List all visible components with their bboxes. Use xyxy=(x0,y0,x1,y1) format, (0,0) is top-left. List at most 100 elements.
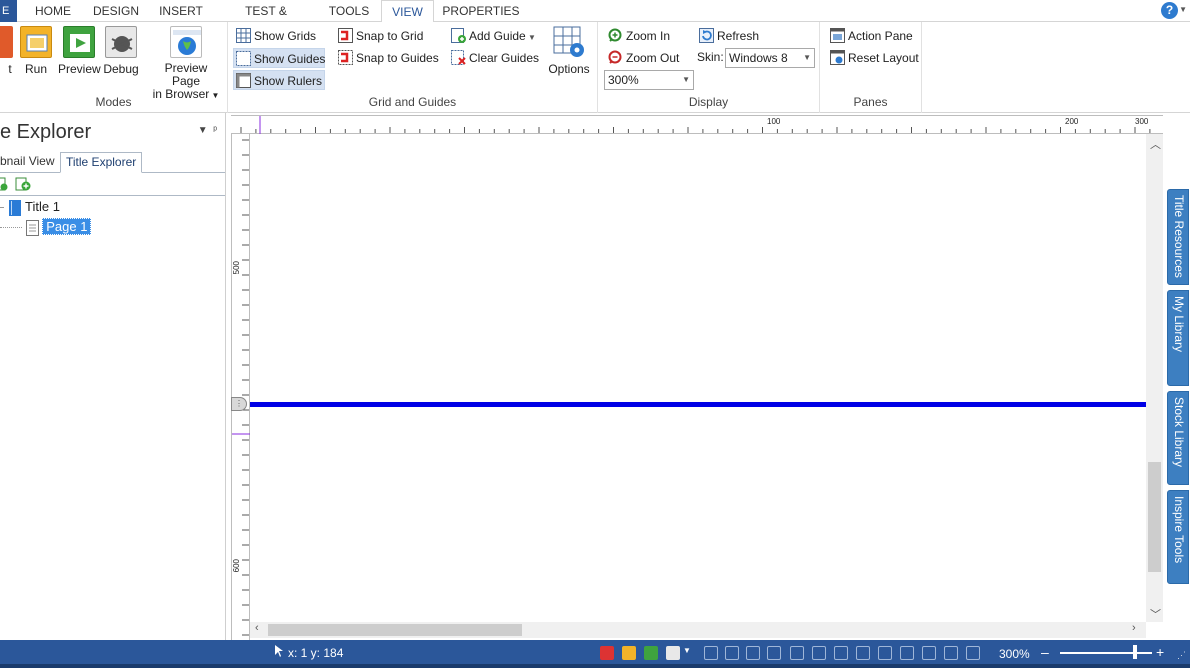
zoom-slider-thumb[interactable] xyxy=(1133,645,1137,659)
vertical-scrollbar[interactable]: ︿ ﹀ xyxy=(1146,134,1163,622)
snap-to-guides-button[interactable]: Snap to Guides xyxy=(336,48,439,68)
add-guide-icon xyxy=(451,28,466,43)
panel-menu-icon[interactable]: ▼ xyxy=(198,125,208,136)
help-dropdown-icon[interactable]: ▼ xyxy=(1179,5,1187,14)
status-edit-icon[interactable] xyxy=(600,646,614,660)
page-canvas[interactable] xyxy=(250,134,1146,622)
snap-to-grid-button[interactable]: Snap to Grid xyxy=(336,26,423,46)
title-explorer-panel: e Explorer ▼ ᵖ bnail View Title Explorer… xyxy=(0,113,226,640)
run-button[interactable]: Run xyxy=(20,26,52,76)
scroll-down-icon[interactable]: ﹀ xyxy=(1150,606,1161,622)
file-tab[interactable]: E xyxy=(0,0,17,22)
horizontal-scroll-thumb[interactable] xyxy=(268,624,522,636)
ruler-icon xyxy=(236,73,251,88)
add-chapter-icon[interactable] xyxy=(0,177,8,191)
cursor-coordinates: x: 1 y: 184 xyxy=(288,646,344,660)
show-grids-button[interactable]: Show Grids xyxy=(234,26,316,46)
tree-connector xyxy=(0,207,4,209)
preview-page-browser-button[interactable]: Preview Page in Browser ▼ xyxy=(150,26,222,102)
align-bottom-icon[interactable] xyxy=(812,646,826,660)
grid-icon xyxy=(236,28,251,43)
show-guides-label: Show Guides xyxy=(254,52,326,66)
modes-group-label: Modes xyxy=(95,95,132,109)
zoom-out-label: Zoom Out xyxy=(626,51,680,65)
horizontal-ruler[interactable]: 100 200 300 xyxy=(231,115,1163,134)
status-preview-browser-icon[interactable] xyxy=(666,646,680,660)
align-left-icon[interactable] xyxy=(704,646,718,660)
space-vertical-icon[interactable] xyxy=(900,646,914,660)
page-icon xyxy=(25,219,39,236)
tab-tools[interactable]: TOOLS xyxy=(322,0,376,22)
tab-insert[interactable]: INSERT xyxy=(154,0,208,22)
zoom-slider-track[interactable] xyxy=(1060,652,1152,654)
distribute-horizontal-icon[interactable] xyxy=(834,646,848,660)
clear-guides-icon xyxy=(451,50,466,65)
pin-icon[interactable]: ᵖ xyxy=(213,125,217,136)
add-guide-button[interactable]: Add Guide ▼ xyxy=(449,26,536,46)
refresh-label: Refresh xyxy=(717,29,760,43)
dock-tab-my-library[interactable]: My Library xyxy=(1167,290,1189,386)
tab-title-explorer[interactable]: Title Explorer xyxy=(60,152,143,173)
dock-tab-title-resources[interactable]: Title Resources xyxy=(1167,189,1189,285)
align-center-icon[interactable] xyxy=(725,646,739,660)
scroll-left-icon[interactable]: ‹ xyxy=(255,622,259,634)
zoom-level-select[interactable]: 300% ▼ xyxy=(604,70,694,90)
tab-view[interactable]: VIEW xyxy=(381,0,434,23)
add-guide-dropdown-icon[interactable]: ▼ xyxy=(526,33,536,42)
show-rulers-button[interactable]: Show Rulers xyxy=(233,70,325,90)
show-guides-button[interactable]: Show Guides xyxy=(233,48,325,68)
dock-tab-label: Stock Library xyxy=(1172,397,1186,468)
zoom-minus-button[interactable]: – xyxy=(1041,644,1049,660)
zoom-level-value: 300% xyxy=(608,73,639,87)
edit-mode-button[interactable]: t xyxy=(0,26,14,76)
status-run-icon[interactable] xyxy=(622,646,636,660)
action-pane-button[interactable]: Action Pane xyxy=(828,26,913,46)
vertical-scroll-thumb[interactable] xyxy=(1148,462,1161,572)
refresh-button[interactable]: Refresh xyxy=(697,26,759,46)
show-rulers-label: Show Rulers xyxy=(254,74,323,88)
action-pane-label: Action Pane xyxy=(848,29,913,43)
tree-node-page[interactable]: Page 1 xyxy=(0,218,92,236)
tree-node-title[interactable]: Title 1 xyxy=(0,198,60,216)
same-width-icon[interactable] xyxy=(922,646,936,660)
zoom-in-button[interactable]: Zoom In xyxy=(606,26,670,46)
vertical-ruler[interactable]: 500 600 xyxy=(231,134,250,640)
scroll-right-icon[interactable]: › xyxy=(1132,622,1136,634)
space-horizontal-icon[interactable] xyxy=(878,646,892,660)
zoom-plus-button[interactable]: + xyxy=(1156,644,1164,660)
same-height-icon[interactable] xyxy=(944,646,958,660)
tab-thumbnail-view[interactable]: bnail View xyxy=(0,152,59,173)
display-group: Zoom In Zoom Out 300% ▼ Refresh Skin: Wi… xyxy=(598,22,820,113)
horizontal-scrollbar[interactable]: ‹ › xyxy=(250,622,1146,638)
dock-tab-inspire-tools[interactable]: Inspire Tools xyxy=(1167,490,1189,584)
tab-test-survey[interactable]: TEST & SURVEY xyxy=(220,0,312,40)
tab-properties[interactable]: PROPERTIES xyxy=(441,0,521,22)
options-button[interactable]: Options xyxy=(546,26,592,76)
preview-button[interactable]: Preview xyxy=(58,26,101,76)
horizontal-guide-line[interactable] xyxy=(250,402,1146,407)
distribute-vertical-icon[interactable] xyxy=(856,646,870,660)
tab-home[interactable]: HOME xyxy=(26,0,80,22)
guide-handle-icon[interactable]: ⋮ xyxy=(231,397,247,411)
resize-grip-icon[interactable]: ⋰ xyxy=(1177,650,1186,661)
reset-layout-button[interactable]: Reset Layout xyxy=(828,48,919,68)
tab-design[interactable]: DESIGN xyxy=(88,0,144,22)
skin-select[interactable]: Windows 8 ▼ xyxy=(725,48,815,68)
clear-guides-button[interactable]: Clear Guides xyxy=(449,48,539,68)
status-preview-dropdown-icon[interactable]: ▼ xyxy=(683,646,691,655)
skin-dropdown-icon[interactable]: ▼ xyxy=(803,49,811,67)
add-page-icon[interactable] xyxy=(15,177,31,191)
align-top-icon[interactable] xyxy=(767,646,781,660)
preview-icon xyxy=(63,26,95,58)
align-right-icon[interactable] xyxy=(746,646,760,660)
dock-tab-stock-library[interactable]: Stock Library xyxy=(1167,391,1189,485)
align-middle-icon[interactable] xyxy=(790,646,804,660)
scroll-up-icon[interactable]: ︿ xyxy=(1150,136,1161,152)
same-size-icon[interactable] xyxy=(966,646,980,660)
zoom-dropdown-icon[interactable]: ▼ xyxy=(682,71,690,89)
zoom-out-button[interactable]: Zoom Out xyxy=(606,48,679,68)
dock-tab-label: My Library xyxy=(1172,296,1186,353)
debug-button[interactable]: Debug xyxy=(102,26,140,76)
help-icon[interactable]: ? xyxy=(1161,2,1178,19)
status-preview-icon[interactable] xyxy=(644,646,658,660)
